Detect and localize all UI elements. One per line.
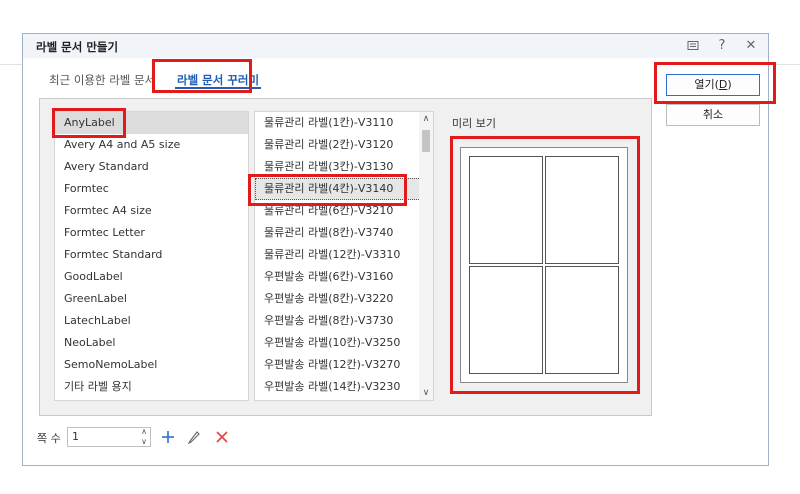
preview-label-cell bbox=[545, 266, 619, 374]
preview-label-cell bbox=[469, 266, 543, 374]
label-type-list[interactable]: 물류관리 라벨(1칸)-V3110 물류관리 라벨(2칸)-V3120 물류관리 라… bbox=[254, 111, 434, 401]
label-preview bbox=[460, 147, 628, 383]
tab-recent-documents[interactable]: 최근 이용한 라벨 문서 bbox=[49, 68, 155, 92]
tab-content-panel: AnyLabel Avery A4 and A5 size Avery Standa… bbox=[39, 98, 652, 416]
vendor-list-item[interactable]: LatechLabel bbox=[55, 310, 248, 332]
preview-title: 미리 보기 bbox=[452, 117, 496, 130]
label-type-list-item[interactable]: 우편발송 라벨(14칸)-V3230 bbox=[255, 376, 433, 398]
open-button-text: 열기( bbox=[694, 78, 719, 91]
vendor-list-item[interactable]: 기타 라벨 용지 bbox=[55, 376, 248, 398]
open-button[interactable]: 열기(D) bbox=[666, 74, 760, 96]
vendor-list-item[interactable]: Avery A4 and A5 size bbox=[55, 134, 248, 156]
label-type-list-item[interactable]: 우편발송 라벨(12칸)-V3270 bbox=[255, 354, 433, 376]
vendor-list-item[interactable]: Formtec Letter bbox=[55, 222, 248, 244]
preview-label-cell bbox=[545, 156, 619, 264]
dialog-title: 라벨 문서 만들기 bbox=[36, 40, 119, 54]
label-type-list-item[interactable]: 우편발송 라벨(8칸)-V3730 bbox=[255, 310, 433, 332]
dialog-titlebar: 라벨 문서 만들기 ? ✕ bbox=[23, 34, 768, 58]
label-type-list-item[interactable]: 물류관리 라벨(6칸)-V3210 bbox=[255, 200, 433, 222]
vendor-list-item[interactable]: Formtec bbox=[55, 178, 248, 200]
close-icon[interactable]: ✕ bbox=[742, 38, 760, 54]
scroll-thumb[interactable] bbox=[422, 130, 430, 152]
label-type-list-item[interactable]: 우편발송 라벨(8칸)-V3220 bbox=[255, 288, 433, 310]
vendor-list-item[interactable]: Formtec A4 size bbox=[55, 200, 248, 222]
cancel-button[interactable]: 취소 bbox=[666, 104, 760, 126]
label-list-scrollbar[interactable]: ∧ ∨ bbox=[419, 112, 433, 400]
vendor-list-item[interactable]: AnyLabel bbox=[55, 112, 248, 134]
label-type-list-item[interactable]: 물류관리 라벨(2칸)-V3120 bbox=[255, 134, 433, 156]
spin-down-icon[interactable]: ∨ bbox=[137, 437, 151, 447]
page-count-stepper[interactable]: ∧ ∨ bbox=[137, 427, 151, 447]
vendor-list[interactable]: AnyLabel Avery A4 and A5 size Avery Standa… bbox=[54, 111, 249, 401]
edit-pencil-icon[interactable] bbox=[184, 427, 204, 447]
label-type-list-item[interactable]: 우편발송 라벨(10칸)-V3250 bbox=[255, 332, 433, 354]
page-count-label: 쪽 수 bbox=[37, 432, 61, 445]
create-label-dialog: 라벨 문서 만들기 ? ✕ 최근 이용한 라벨 문서 라벨 문서 꾸러미 Any… bbox=[22, 33, 769, 466]
label-type-list-item[interactable]: 물류관리 라벨(3칸)-V3130 bbox=[255, 156, 433, 178]
tab-label-collection[interactable]: 라벨 문서 꾸러미 bbox=[167, 68, 270, 92]
vendor-list-item[interactable]: SemoNemoLabel bbox=[55, 354, 248, 376]
delete-icon[interactable] bbox=[212, 427, 232, 447]
label-type-list-item[interactable]: 물류관리 라벨(4칸)-V3140 bbox=[255, 178, 433, 200]
help-icon[interactable]: ? bbox=[713, 38, 731, 54]
vendor-list-item[interactable]: GreenLabel bbox=[55, 288, 248, 310]
vendor-list-item[interactable]: Avery Standard bbox=[55, 156, 248, 178]
scroll-up-arrow-icon[interactable]: ∧ bbox=[419, 112, 433, 126]
vendor-list-item[interactable]: Formtec Standard bbox=[55, 244, 248, 266]
feedback-icon[interactable] bbox=[684, 38, 702, 54]
label-type-list-item[interactable]: 우편발송 라벨(6칸)-V3160 bbox=[255, 266, 433, 288]
spin-up-icon[interactable]: ∧ bbox=[137, 427, 151, 437]
add-icon[interactable] bbox=[158, 427, 178, 447]
scroll-down-arrow-icon[interactable]: ∨ bbox=[419, 386, 433, 400]
label-type-list-item[interactable]: 물류관리 라벨(8칸)-V3740 bbox=[255, 222, 433, 244]
label-type-list-item[interactable]: 물류관리 라벨(12칸)-V3310 bbox=[255, 244, 433, 266]
preview-label-cell bbox=[469, 156, 543, 264]
label-type-list-item[interactable]: 물류관리 라벨(1칸)-V3110 bbox=[255, 112, 433, 134]
vendor-list-item[interactable]: NeoLabel bbox=[55, 332, 248, 354]
open-button-text-end: ) bbox=[727, 78, 732, 91]
vendor-list-item[interactable]: GoodLabel bbox=[55, 266, 248, 288]
